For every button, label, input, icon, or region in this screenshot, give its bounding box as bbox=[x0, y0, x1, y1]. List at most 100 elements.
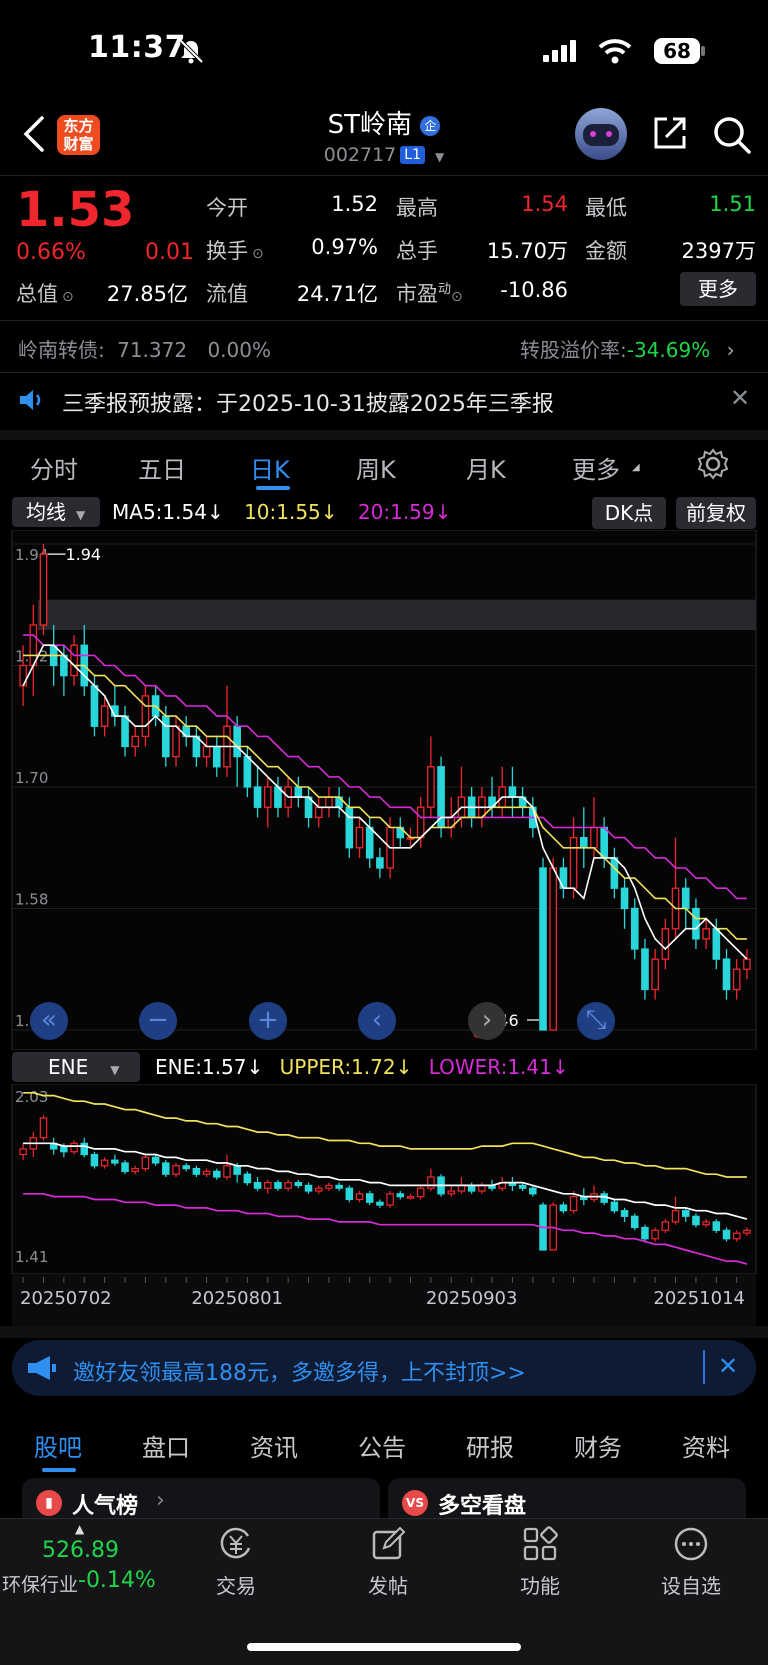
sub-candle bbox=[467, 1184, 476, 1192]
index-percent[interactable]: -0.14% bbox=[78, 1568, 156, 1593]
nav-add-watchlist[interactable]: 设自选 bbox=[641, 1570, 741, 1599]
search-icon[interactable] bbox=[712, 115, 752, 155]
community-tab-3[interactable]: 公告 bbox=[358, 1428, 406, 1463]
robot-assistant-icon[interactable] bbox=[575, 108, 627, 160]
volume-value: 15.70万 bbox=[486, 239, 568, 263]
sub-candle bbox=[162, 1162, 170, 1175]
dk-point-button[interactable]: DK点 bbox=[592, 497, 666, 529]
community-tab-0[interactable]: 股吧 bbox=[34, 1428, 82, 1463]
index-name[interactable]: 环保行业 bbox=[2, 1570, 78, 1597]
sub-candle bbox=[264, 1182, 272, 1189]
y-tick-label: 1.70 bbox=[15, 769, 48, 787]
candle bbox=[172, 725, 180, 758]
close-notice-icon[interactable]: ✕ bbox=[730, 384, 750, 412]
sub-candle bbox=[335, 1184, 343, 1189]
candle bbox=[212, 745, 221, 768]
bond-price: 71.372 bbox=[117, 338, 188, 362]
nav-function[interactable]: 功能 bbox=[490, 1570, 590, 1599]
low-label: 最低 bbox=[585, 196, 627, 220]
index-value[interactable]: 526.89 bbox=[42, 1538, 119, 1563]
community-tab-1[interactable]: 盘口 bbox=[142, 1428, 190, 1463]
vs-icon: VS bbox=[402, 1490, 428, 1516]
sub-candle bbox=[416, 1187, 425, 1198]
sub-candle bbox=[284, 1182, 292, 1189]
candle bbox=[365, 826, 374, 859]
function-grid-icon[interactable] bbox=[522, 1526, 558, 1562]
chart-tab-5[interactable]: 更多 bbox=[572, 450, 620, 485]
bond-row[interactable]: 岭南转债: 71.372 0.00% bbox=[18, 334, 271, 363]
candle bbox=[263, 786, 272, 808]
speaker-icon bbox=[20, 390, 41, 410]
sub-candle bbox=[172, 1165, 180, 1175]
scroll-left-icon[interactable]: ‹ bbox=[358, 1002, 396, 1040]
trade-icon[interactable] bbox=[218, 1526, 254, 1562]
sub-candle bbox=[111, 1159, 119, 1164]
adjust-button[interactable]: 前复权 bbox=[676, 497, 756, 529]
premium-row[interactable]: 转股溢价率:-34.69% › bbox=[520, 334, 735, 363]
sub-candle bbox=[681, 1210, 690, 1217]
pe-label: 市盈动⊙ bbox=[396, 282, 463, 306]
community-tab-2[interactable]: 资讯 bbox=[250, 1428, 298, 1463]
sub-candle bbox=[396, 1193, 405, 1198]
community-tab-4[interactable]: 研报 bbox=[466, 1428, 514, 1463]
sub-candle bbox=[355, 1193, 364, 1201]
chart-tab-0[interactable]: 分时 bbox=[30, 450, 78, 485]
zoom-out-icon[interactable]: − bbox=[139, 1002, 177, 1040]
megaphone-icon bbox=[28, 1356, 56, 1380]
zoom-in-icon[interactable]: + bbox=[249, 1002, 287, 1040]
sub-candle bbox=[529, 1187, 537, 1195]
candle bbox=[549, 867, 558, 1031]
sub-candle bbox=[314, 1187, 323, 1192]
kline-chart[interactable]: 1.941.821.701.581.461.941.46 bbox=[0, 530, 768, 1050]
ene-chart[interactable]: 2.03 1.41 20250702 20250801 20250903 20251014 bbox=[0, 1084, 768, 1326]
candle bbox=[692, 907, 700, 940]
nav-post[interactable]: 发帖 bbox=[338, 1570, 438, 1599]
sub-candle bbox=[182, 1165, 190, 1170]
notice-text[interactable]: 三季报预披露：于2025-10-31披露2025年三季报 bbox=[62, 386, 554, 418]
chevron-down-icon: ▼ bbox=[435, 150, 445, 164]
sub-candle bbox=[192, 1167, 201, 1175]
divider bbox=[0, 372, 768, 373]
chevron-right-icon: › bbox=[156, 1488, 165, 1513]
sub-candle bbox=[253, 1182, 262, 1189]
bull-bear-card[interactable]: VS 多空看盘 bbox=[388, 1478, 746, 1519]
sub-indicator-selector[interactable]: ENE ▼ bbox=[12, 1052, 140, 1082]
ma-legend: MA5:1.54↓ 10:1.55↓ 20:1.59↓ bbox=[112, 500, 452, 524]
candle bbox=[743, 958, 751, 970]
indicator-selector[interactable]: 均线 ▼ bbox=[12, 497, 100, 527]
community-tab-6[interactable]: 资料 bbox=[682, 1428, 730, 1463]
chart-tab-2[interactable]: 日K bbox=[250, 450, 290, 485]
sub-candle bbox=[406, 1196, 415, 1199]
chart-tab-3[interactable]: 周K bbox=[356, 450, 396, 485]
sub-candle bbox=[213, 1170, 221, 1178]
chart-tab-1[interactable]: 五日 bbox=[138, 450, 186, 485]
community-tab-5[interactable]: 财务 bbox=[574, 1428, 622, 1463]
settings-gear-icon[interactable] bbox=[697, 448, 729, 480]
nav-trade[interactable]: 交易 bbox=[186, 1570, 286, 1599]
add-watchlist-icon[interactable] bbox=[673, 1526, 709, 1562]
scroll-right-icon[interactable]: › bbox=[468, 1002, 506, 1040]
x-tick-label: 20251014 bbox=[653, 1288, 745, 1309]
chevron-double-left-icon[interactable]: « bbox=[30, 1002, 68, 1040]
change-amount: 0.01 bbox=[145, 240, 194, 265]
candle bbox=[202, 745, 211, 758]
more-button[interactable]: 更多 bbox=[680, 272, 756, 306]
stock-name-text: ST岭南 bbox=[327, 110, 413, 140]
post-icon[interactable] bbox=[370, 1526, 406, 1562]
sub-candle bbox=[641, 1226, 649, 1240]
high-label: 最高 bbox=[396, 196, 438, 220]
candle bbox=[376, 857, 384, 869]
candle bbox=[641, 948, 649, 991]
ma20-legend: 20:1.59 bbox=[357, 500, 435, 524]
ene-legend-value: ENE:1.57 bbox=[155, 1055, 247, 1079]
close-banner-icon[interactable]: ✕ bbox=[718, 1352, 738, 1380]
max-annotation: 1.94 bbox=[65, 545, 101, 564]
fullscreen-icon[interactable]: ⤡ bbox=[577, 1002, 615, 1040]
open-value: 1.52 bbox=[331, 192, 378, 216]
share-icon[interactable] bbox=[652, 115, 688, 151]
popularity-card[interactable]: ▮ 人气榜 › bbox=[22, 1478, 380, 1519]
mktcap-value: 27.85亿 bbox=[106, 282, 188, 306]
signal-icon bbox=[543, 40, 576, 62]
chart-tab-4[interactable]: 月K bbox=[466, 450, 506, 485]
invite-text[interactable]: 邀好友领最高188元，多邀多得，上不封顶>> bbox=[73, 1355, 526, 1387]
